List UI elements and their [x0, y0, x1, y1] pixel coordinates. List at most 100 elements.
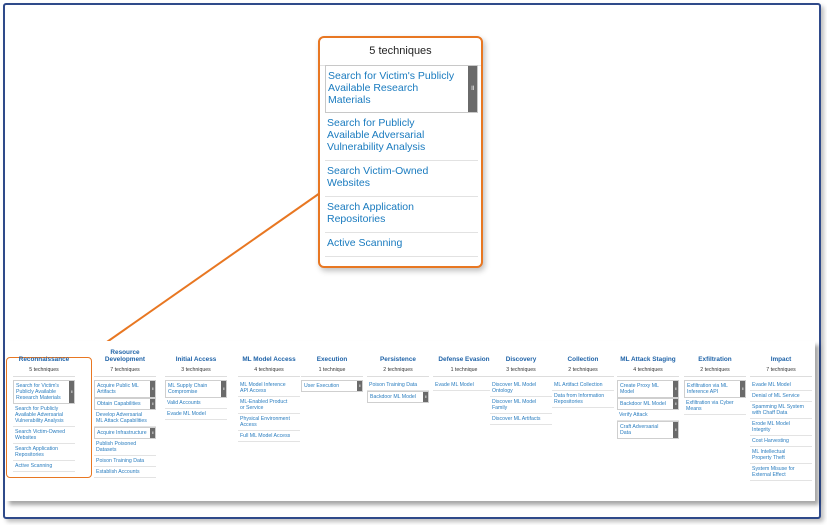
- technique-cell[interactable]: Erode ML Model Integrity: [750, 419, 812, 436]
- zoom-technique-item[interactable]: Search Victim-Owned Websites: [325, 161, 478, 197]
- technique-cell[interactable]: Valid Accounts: [165, 398, 227, 409]
- subtechnique-toggle-icon[interactable]: ॥: [150, 381, 155, 397]
- technique-cell[interactable]: Create Proxy ML Model ॥: [617, 380, 679, 398]
- tactic-title[interactable]: Resource Development: [94, 341, 156, 363]
- technique-cell[interactable]: ML Intellectual Property Theft: [750, 447, 812, 464]
- zoom-technique-item[interactable]: Search for Publicly Available Adversaria…: [325, 113, 478, 161]
- tactic-title[interactable]: ML Model Access: [238, 341, 300, 363]
- technique-cell[interactable]: Search for Victim's Publicly Available R…: [13, 380, 75, 404]
- technique-cell[interactable]: Publish Poisoned Datasets: [94, 439, 156, 456]
- technique-cell[interactable]: Poison Training Data: [367, 380, 429, 391]
- technique-cell[interactable]: Acquire Public ML Artifacts ॥: [94, 380, 156, 398]
- technique-cell[interactable]: Search Victim-Owned Websites: [13, 427, 75, 444]
- technique-cell[interactable]: Evade ML Model: [165, 409, 227, 420]
- technique-cell[interactable]: Discover ML Model Family: [490, 397, 552, 414]
- technique-cell[interactable]: Spamming ML System with Chaff Data: [750, 402, 812, 419]
- tactic-title[interactable]: ML Attack Staging: [617, 341, 679, 363]
- technique-cell[interactable]: Obtain Capabilities ॥: [94, 398, 156, 410]
- technique-cell[interactable]: Discover ML Artifacts: [490, 414, 552, 425]
- tactic-title[interactable]: Impact: [750, 341, 812, 363]
- technique-label: ML Model Inference API Access: [240, 382, 286, 394]
- subtechnique-toggle-icon[interactable]: ॥: [740, 381, 745, 397]
- technique-cell[interactable]: System Misuse for External Effect: [750, 464, 812, 481]
- technique-cell[interactable]: ML-Enabled Product or Service: [238, 397, 300, 414]
- technique-label: Verify Attack: [619, 412, 648, 418]
- subtechnique-toggle-icon[interactable]: ॥: [150, 428, 155, 438]
- tactic-technique-count: 2 techniques: [552, 367, 614, 377]
- technique-label: Active Scanning: [15, 463, 53, 469]
- technique-cell[interactable]: Establish Accounts: [94, 467, 156, 478]
- tactic-column: Impact 7 techniques Evade ML Model Denial o…: [750, 341, 812, 481]
- tactic-title[interactable]: Collection: [552, 341, 614, 363]
- tactic-title[interactable]: Reconnaissance: [13, 341, 75, 363]
- tactic-technique-count: 4 techniques: [238, 367, 300, 377]
- technique-label: Poison Training Data: [96, 458, 145, 464]
- technique-cell[interactable]: Craft Adversarial Data ॥: [617, 421, 679, 439]
- technique-list: Poison Training Data Backdoor ML Model ॥: [367, 380, 429, 403]
- tactic-technique-count: 4 techniques: [617, 367, 679, 377]
- technique-cell[interactable]: Evade ML Model: [433, 380, 495, 391]
- technique-cell[interactable]: ML Artifact Collection: [552, 380, 614, 391]
- technique-cell[interactable]: Search Application Repositories: [13, 444, 75, 461]
- technique-label: Craft Adversarial Data: [620, 424, 659, 436]
- technique-cell[interactable]: Backdoor ML Model ॥: [617, 398, 679, 410]
- tactic-title[interactable]: Discovery: [490, 341, 552, 363]
- technique-cell[interactable]: Poison Training Data: [94, 456, 156, 467]
- tactic-technique-count: 1 technique: [301, 367, 363, 377]
- technique-label: Discover ML Model Ontology: [492, 382, 537, 394]
- technique-label: Evade ML Model: [167, 411, 206, 417]
- technique-cell[interactable]: Discover ML Model Ontology: [490, 380, 552, 397]
- subtechnique-toggle-icon[interactable]: ॥: [673, 422, 678, 438]
- technique-cell[interactable]: ML Model Inference API Access: [238, 380, 300, 397]
- technique-cell[interactable]: Exfiltration via Cyber Means: [684, 398, 746, 415]
- tactic-title[interactable]: Exfiltration: [684, 341, 746, 363]
- attack-matrix: Reconnaissance 5 techniques Search for Vic…: [5, 341, 815, 501]
- technique-cell[interactable]: Data from Information Repositories: [552, 391, 614, 408]
- zoom-technique-item[interactable]: Search for Victim's Publicly Available R…: [325, 65, 478, 113]
- technique-label: Exfiltration via Cyber Means: [686, 400, 734, 412]
- tactic-column: Discovery 3 techniques Discover ML Model O…: [490, 341, 552, 425]
- technique-cell[interactable]: Search for Publicly Available Adversaria…: [13, 404, 75, 427]
- subtechnique-toggle-icon[interactable]: ॥: [69, 381, 74, 403]
- technique-label: User Execution: [304, 383, 340, 389]
- tactic-title[interactable]: Execution: [301, 341, 363, 363]
- technique-cell[interactable]: Denial of ML Service: [750, 391, 812, 402]
- technique-cell[interactable]: Verify Attack: [617, 410, 679, 421]
- subtechnique-toggle-icon[interactable]: ॥: [673, 399, 678, 409]
- technique-list: Acquire Public ML Artifacts ॥ Obtain Capab…: [94, 380, 156, 478]
- tactic-title[interactable]: Initial Access: [165, 341, 227, 363]
- technique-label: Erode ML Model Integrity: [752, 421, 790, 433]
- technique-cell[interactable]: Evade ML Model: [750, 380, 812, 391]
- subtechnique-toggle-icon[interactable]: ॥: [357, 381, 362, 391]
- subtechnique-toggle-icon[interactable]: ॥: [221, 381, 226, 397]
- tactic-technique-count: 1 technique: [433, 367, 495, 377]
- technique-label: Create Proxy ML Model: [620, 383, 659, 395]
- technique-cell[interactable]: Exfiltration via ML Inference API ॥: [684, 380, 746, 398]
- technique-label: Physical Environment Access: [240, 416, 290, 428]
- tactic-column: Execution 1 technique User Execution ॥: [301, 341, 363, 392]
- zoom-technique-label: Search for Victim's Publicly Available R…: [328, 70, 455, 106]
- technique-cell[interactable]: Backdoor ML Model ॥: [367, 391, 429, 403]
- subtechnique-toggle-icon[interactable]: ॥: [673, 381, 678, 397]
- technique-cell[interactable]: Cost Harvesting: [750, 436, 812, 447]
- technique-label: Backdoor ML Model: [620, 401, 666, 407]
- technique-cell[interactable]: Acquire Infrastructure ॥: [94, 427, 156, 439]
- technique-cell[interactable]: Develop Adversarial ML Attack Capabiliti…: [94, 410, 156, 427]
- technique-cell[interactable]: User Execution ॥: [301, 380, 363, 392]
- technique-cell[interactable]: Active Scanning: [13, 461, 75, 472]
- technique-cell[interactable]: Full ML Model Access: [238, 431, 300, 442]
- technique-label: Search for Publicly Available Adversaria…: [15, 406, 64, 424]
- technique-list: Evade ML Model Denial of ML Service Spammi…: [750, 380, 812, 481]
- technique-cell[interactable]: ML Supply Chain Compromise ॥: [165, 380, 227, 398]
- technique-list: User Execution ॥: [301, 380, 363, 392]
- tactic-title[interactable]: Persistence: [367, 341, 429, 363]
- zoom-technique-list: Search for Victim's Publicly Available R…: [325, 65, 478, 257]
- subtechnique-toggle-icon[interactable]: ॥: [468, 66, 477, 112]
- subtechnique-toggle-icon[interactable]: ॥: [423, 392, 428, 402]
- tactic-title[interactable]: Defense Evasion: [433, 341, 495, 363]
- zoom-technique-item[interactable]: Search Application Repositories: [325, 197, 478, 233]
- zoom-technique-item[interactable]: Active Scanning: [325, 233, 478, 257]
- subtechnique-toggle-icon[interactable]: ॥: [150, 399, 155, 409]
- technique-label: Cost Harvesting: [752, 438, 789, 444]
- technique-cell[interactable]: Physical Environment Access: [238, 414, 300, 431]
